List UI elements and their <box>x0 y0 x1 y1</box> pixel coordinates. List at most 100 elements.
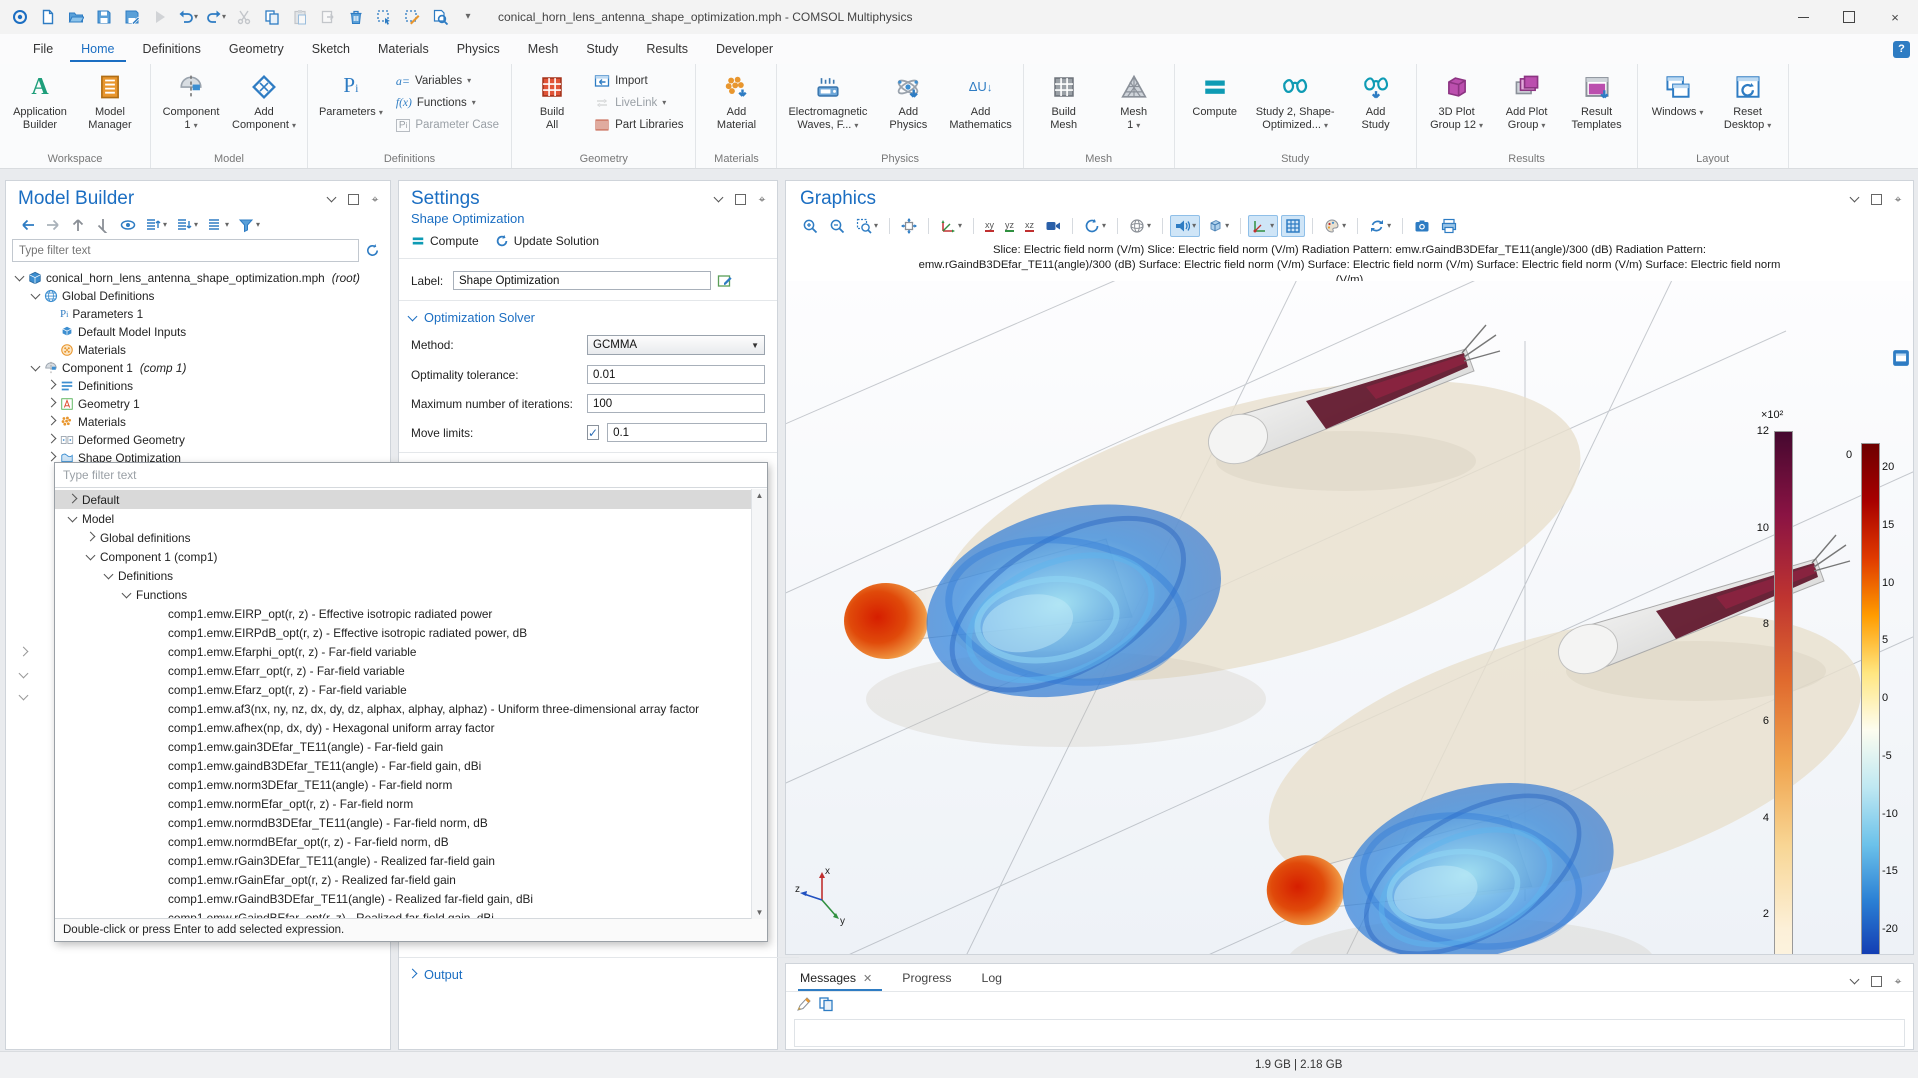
tree-node[interactable]: Component 1(comp 1) <box>6 359 390 377</box>
color-palette-button[interactable]: ▾ <box>1320 215 1350 237</box>
ribbon-add-physics-button[interactable]: AddPhysics <box>874 67 942 134</box>
redo-button[interactable]: ▾ <box>204 5 228 29</box>
function-list-item[interactable]: comp1.emw.af3(nx, ny, nz, dx, dy, dz, al… <box>55 699 767 718</box>
function-list-item[interactable]: comp1.emw.EIRPdB_opt(r, z) - Effective i… <box>55 623 767 642</box>
function-list-item[interactable]: comp1.emw.normdB3DEfar_TE11(angle) - Far… <box>55 813 767 832</box>
function-filter-input[interactable]: Type filter text <box>55 463 767 488</box>
function-list-item[interactable]: comp1.emw.normdBEfar_opt(r, z) - Far-fie… <box>55 832 767 851</box>
grid-toggle-button[interactable] <box>1281 215 1305 237</box>
expander-icon[interactable] <box>46 384 56 388</box>
default-view-button[interactable]: ▾ <box>936 215 966 237</box>
move-down-button[interactable] <box>95 217 111 233</box>
menu-home[interactable]: Home <box>70 37 125 62</box>
ribbon-part-libraries-button[interactable]: Part Libraries <box>588 114 689 136</box>
move-limits-input[interactable] <box>607 423 767 442</box>
tree-node[interactable]: Deformed Geometry <box>6 431 390 449</box>
menu-study[interactable]: Study <box>575 37 629 62</box>
refresh-filter-icon[interactable] <box>365 243 380 258</box>
ribbon-reset-desktop-button[interactable]: ResetDesktop ▾ <box>1714 67 1782 134</box>
tree-node[interactable]: Default Model Inputs <box>6 323 390 341</box>
function-list-item[interactable]: comp1.emw.rGain3DEfar_TE11(angle) - Real… <box>55 851 767 870</box>
optimality-tolerance-input[interactable] <box>587 365 765 384</box>
function-list-item[interactable]: comp1.emw.EIRP_opt(r, z) - Effective iso… <box>55 604 767 623</box>
ribbon-add-component-button[interactable]: AddComponent ▾ <box>227 67 301 134</box>
function-list-item[interactable]: comp1.emw.Efarz_opt(r, z) - Far-field va… <box>55 680 767 699</box>
select-box-button[interactable] <box>372 5 396 29</box>
ribbon-application-builder-button[interactable]: AApplicationBuilder <box>6 67 74 134</box>
expander-icon[interactable] <box>30 366 40 370</box>
pin-panel-icon[interactable]: ⌖ <box>1891 974 1905 988</box>
expander-icon[interactable] <box>121 593 131 597</box>
ribbon-add-study-button[interactable]: AddStudy <box>1342 67 1410 134</box>
ribbon-compute-button[interactable]: Compute <box>1181 67 1249 121</box>
tree-node[interactable]: Materials <box>6 413 390 431</box>
collapse-panel-icon[interactable] <box>1847 974 1861 988</box>
expander-icon[interactable] <box>46 402 56 406</box>
expand-list-button[interactable]: ▾ <box>145 217 167 233</box>
minimize-button[interactable] <box>1780 0 1826 34</box>
nav-back-button[interactable] <box>20 217 36 233</box>
play-button[interactable] <box>148 5 172 29</box>
tab-log[interactable]: Log <box>979 968 1012 991</box>
function-list-item[interactable]: comp1.emw.Efarr_opt(r, z) - Far-field va… <box>55 661 767 680</box>
float-panel-icon[interactable] <box>1869 974 1883 988</box>
collapse-panel-icon[interactable] <box>1847 192 1861 206</box>
clear-log-button[interactable] <box>796 996 812 1015</box>
expander-icon[interactable] <box>46 420 56 424</box>
max-iterations-input[interactable] <box>587 394 765 413</box>
image-snapshot-button[interactable] <box>1410 215 1434 237</box>
print-button[interactable] <box>1437 215 1461 237</box>
function-list-item[interactable]: comp1.emw.gaindB3DEfar_TE11(angle) - Far… <box>55 756 767 775</box>
ribbon-functions-button[interactable]: f(x)Functions▾ <box>390 92 505 114</box>
menu-results[interactable]: Results <box>635 37 699 62</box>
output-section-header[interactable]: Output <box>399 957 799 987</box>
close-button[interactable]: × <box>1872 0 1918 34</box>
ribbon-livelink-button[interactable]: LiveLink▾ <box>588 92 689 114</box>
float-panel-icon[interactable] <box>733 192 747 206</box>
expander-icon[interactable] <box>67 517 77 521</box>
close-tab-icon[interactable]: ✕ <box>863 972 872 985</box>
tab-messages[interactable]: Messages✕ <box>798 968 882 991</box>
pin-panel-icon[interactable]: ⌖ <box>755 192 769 206</box>
function-list-item[interactable]: comp1.emw.rGaindBEfar_opt(r, z) - Realiz… <box>55 908 767 918</box>
function-list-item[interactable]: Component 1 (comp1) <box>55 547 767 566</box>
rotate-button[interactable]: ▾ <box>1080 215 1110 237</box>
function-list-item[interactable]: Global definitions <box>55 528 767 547</box>
view-xy-button[interactable]: xy <box>981 217 998 235</box>
ribbon-parameter-case-button[interactable]: PiParameter Case <box>390 114 505 136</box>
plot-3d-scene[interactable]: ×10² 121086420 20151050-5-10-15-20-2500 … <box>786 281 1913 954</box>
function-list-item[interactable]: comp1.emw.afhex(np, dx, dy) - Hexagonal … <box>55 718 767 737</box>
node-list-button[interactable]: ▾ <box>207 217 229 233</box>
ribbon-electromagnetic-waves-f--button[interactable]: ElectromagneticWaves, F... ▾ <box>783 67 872 134</box>
move-limits-checkbox[interactable]: ✓ <box>587 425 599 440</box>
scroll-down-icon[interactable]: ▼ <box>756 908 764 917</box>
comsol-logo-button[interactable] <box>8 5 32 29</box>
model-builder-filter-input[interactable] <box>12 239 359 262</box>
move-up-button[interactable] <box>70 217 86 233</box>
expander-icon[interactable] <box>14 276 24 280</box>
ribbon-windows-button[interactable]: Windows ▾ <box>1644 67 1712 121</box>
optimization-solver-section-header[interactable]: Optimization Solver <box>399 300 777 330</box>
tree-node[interactable]: Materials <box>6 341 390 359</box>
tab-progress[interactable]: Progress <box>900 968 961 991</box>
ribbon-3d-plot-group-12-button[interactable]: 3D PlotGroup 12 ▾ <box>1423 67 1491 134</box>
show-eye-button[interactable] <box>120 217 136 233</box>
copy-log-button[interactable] <box>818 996 834 1015</box>
expander-icon[interactable] <box>85 555 95 559</box>
ribbon-add-mathematics-button[interactable]: ΔU↓AddMathematics <box>944 67 1016 134</box>
save-as-button[interactable] <box>120 5 144 29</box>
scroll-up-icon[interactable]: ▲ <box>756 491 764 500</box>
menu-physics[interactable]: Physics <box>446 37 511 62</box>
zoom-in-button[interactable] <box>798 215 822 237</box>
function-list-scrollbar[interactable]: ▲ ▼ <box>751 489 767 919</box>
expander-icon[interactable] <box>46 456 56 460</box>
menu-definitions[interactable]: Definitions <box>132 37 212 62</box>
ribbon-component-1-button[interactable]: Component1 ▾ <box>157 67 225 134</box>
function-list-item[interactable]: Model <box>55 509 767 528</box>
undo-button[interactable]: ▾ <box>176 5 200 29</box>
menu-mesh[interactable]: Mesh <box>517 37 570 62</box>
expander-icon[interactable] <box>103 574 113 578</box>
ribbon-variables-button[interactable]: a=Variables▾ <box>390 70 505 92</box>
maximize-button[interactable] <box>1826 0 1872 34</box>
menu-sketch[interactable]: Sketch <box>301 37 361 62</box>
